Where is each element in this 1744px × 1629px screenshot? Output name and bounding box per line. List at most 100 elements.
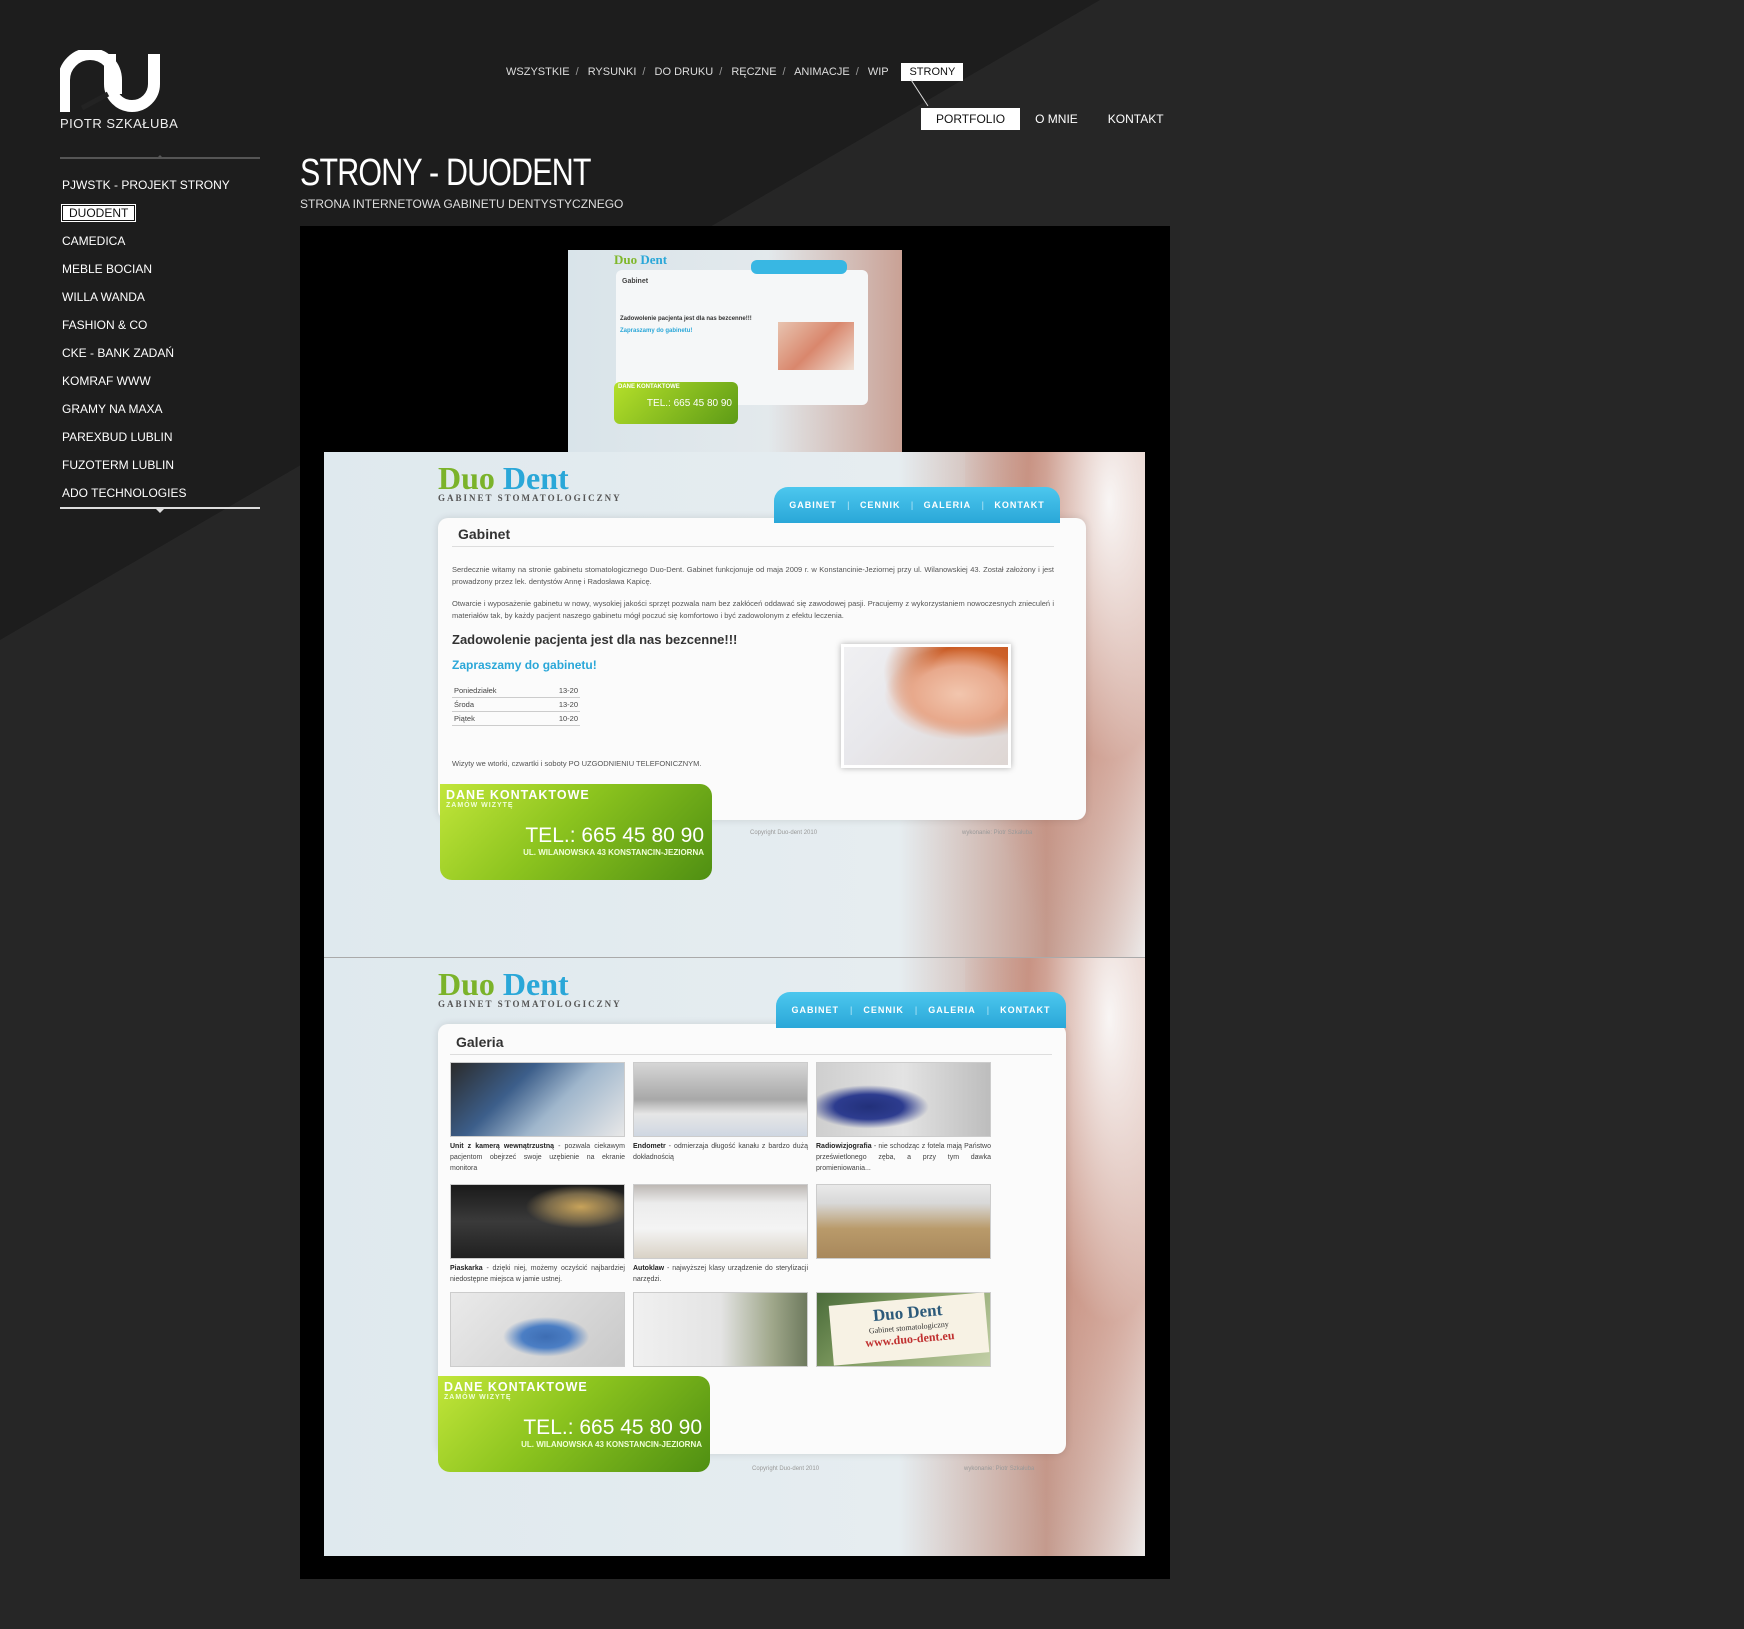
filter-separator: / bbox=[855, 66, 859, 78]
filter-rysunki[interactable]: RYSUNKI bbox=[588, 66, 637, 78]
site-nav-galeria[interactable]: GALERIA bbox=[924, 500, 972, 510]
gallery-caption: Radiowizjografia - nie schodząc z fotela… bbox=[816, 1143, 991, 1172]
thumb-logo: Duo Dent bbox=[614, 252, 668, 267]
sidebar-top-divider bbox=[60, 155, 260, 159]
contact-box[interactable]: DANE KONTAKTOWE ZAMÓW WIZYTĘ TEL.: 665 4… bbox=[440, 784, 712, 880]
gallery-item[interactable]: Radiowizjografia - nie schodząc z fotela… bbox=[816, 1062, 991, 1174]
preview-page-gabinet: Duo Dent GABINET STOMATOLOGICZNY GABINET… bbox=[324, 452, 1145, 957]
nav-about[interactable]: O MNIE bbox=[1020, 108, 1093, 130]
gallery-caption: Endometr - odmierzaja długość kanału z b… bbox=[633, 1143, 808, 1161]
gallery-caption: Unit z kamerą wewnątrzustną - pozwala ci… bbox=[450, 1143, 625, 1172]
gallery-image bbox=[633, 1062, 808, 1137]
filter-separator: / bbox=[782, 66, 786, 78]
contact-phone: TEL.: 665 45 80 90 bbox=[523, 1416, 702, 1439]
gallery-image bbox=[450, 1184, 625, 1259]
project-item[interactable]: CKE - BANK ZADAŃ bbox=[60, 343, 260, 371]
brand-subtitle: GABINET STOMATOLOGICZNY bbox=[438, 493, 622, 503]
filter-separator: / bbox=[719, 66, 723, 78]
hours-row: Poniedziałek 13-20 bbox=[452, 684, 580, 698]
section-heading: Gabinet bbox=[458, 526, 511, 542]
project-item[interactable]: PAREXBUD LUBLIN bbox=[60, 427, 260, 455]
contact-sub: ZAMÓW WIZYTĘ bbox=[444, 1394, 512, 1401]
gallery-item[interactable]: Duo Dent Gabinet stomatologiczny www.duo… bbox=[816, 1292, 991, 1367]
project-item[interactable]: MEBLE BOCIAN bbox=[60, 259, 260, 287]
project-label: KOMRAF WWW bbox=[62, 374, 151, 388]
contact-title: DANE KONTAKTOWE bbox=[446, 788, 590, 802]
site-nav-kontakt[interactable]: KONTAKT bbox=[1000, 1005, 1050, 1015]
gallery-image bbox=[633, 1184, 808, 1259]
project-item[interactable]: FASHION & CO bbox=[60, 315, 260, 343]
filter-wip[interactable]: WIP bbox=[868, 66, 889, 78]
thumb-contact-title: DANE KONTAKTOWE bbox=[618, 384, 680, 390]
filter-wszystkie[interactable]: WSZYSTKIE bbox=[506, 66, 570, 78]
nav-contact[interactable]: KONTAKT bbox=[1093, 108, 1179, 130]
gallery-image: Duo Dent Gabinet stomatologiczny www.duo… bbox=[816, 1292, 991, 1367]
filter-reczne[interactable]: RĘCZNE bbox=[731, 66, 776, 78]
site-nav-gabinet[interactable]: GABINET bbox=[792, 1005, 840, 1015]
project-label: DUODENT bbox=[60, 204, 137, 222]
contact-title: DANE KONTAKTOWE bbox=[444, 1380, 588, 1394]
project-item[interactable]: PJWSTK - PROJEKT STRONY bbox=[60, 175, 260, 203]
section-heading: Galeria bbox=[456, 1034, 504, 1050]
project-label: WILLA WANDA bbox=[62, 290, 145, 304]
project-item[interactable]: WILLA WANDA bbox=[60, 287, 260, 315]
gallery-item[interactable]: Autoklaw - najwyższej klasy urządzenie d… bbox=[633, 1184, 808, 1285]
thumb-heading: Gabinet bbox=[622, 278, 649, 285]
project-item-active[interactable]: DUODENT bbox=[60, 203, 260, 231]
site-nav-cennik[interactable]: CENNIK bbox=[863, 1005, 904, 1015]
page-title: STRONY - DUODENT bbox=[300, 152, 591, 194]
thumb-tel: TEL.: 665 45 80 90 bbox=[646, 398, 732, 409]
site-nav: GABINET | CENNIK | GALERIA | KONTAKT bbox=[774, 487, 1060, 523]
gallery-item[interactable] bbox=[633, 1292, 808, 1367]
gallery-caption: Autoklaw - najwyższej klasy urządzenie d… bbox=[633, 1265, 808, 1283]
site-nav-gabinet[interactable]: GABINET bbox=[789, 500, 837, 510]
filter-do-druku[interactable]: DO DRUKU bbox=[655, 66, 714, 78]
author-credit: wykonanie: Piotr Szkałuba bbox=[964, 1466, 1035, 1472]
category-filter: WSZYSTKIE / RYSUNKI / DO DRUKU / RĘCZNE / AN… bbox=[506, 63, 964, 81]
invite-heading: Zapraszamy do gabinetu! bbox=[452, 658, 597, 672]
sign-board: Duo Dent Gabinet stomatologiczny www.duo… bbox=[828, 1292, 990, 1366]
intro-paragraph: Serdecznie witamy na stronie gabinetu st… bbox=[452, 565, 1054, 586]
page-subtitle: STRONA INTERNETOWA GABINETU DENTYSTYCZNE… bbox=[300, 197, 624, 211]
nav-portfolio[interactable]: PORTFOLIO bbox=[921, 108, 1021, 130]
project-label: FASHION & CO bbox=[62, 318, 148, 332]
project-label: MEBLE BOCIAN bbox=[62, 262, 153, 276]
brand-subtitle: GABINET STOMATOLOGICZNY bbox=[438, 999, 622, 1009]
preview-thumbnail[interactable]: Duo Dent Gabinet Zadowolenie pacjenta je… bbox=[568, 250, 902, 452]
gallery-item[interactable] bbox=[816, 1184, 991, 1263]
heading-rule bbox=[450, 1054, 1052, 1055]
project-item[interactable]: FUZOTERM LUBLIN bbox=[60, 455, 260, 483]
heading-rule bbox=[452, 546, 1054, 547]
site-nav-kontakt[interactable]: KONTAKT bbox=[994, 500, 1044, 510]
project-label: FUZOTERM LUBLIN bbox=[62, 458, 175, 472]
contact-box[interactable]: DANE KONTAKTOWE ZAMÓW WIZYTĘ TEL.: 665 4… bbox=[438, 1376, 710, 1472]
brand-duo: Duo bbox=[438, 966, 495, 1002]
project-item[interactable]: KOMRAF WWW bbox=[60, 371, 260, 399]
copyright: Copyright Duo-dent 2010 bbox=[750, 830, 818, 836]
project-label: PJWSTK - PROJEKT STRONY bbox=[62, 178, 230, 192]
gallery-caption: Piaskarka - dzięki niej, możemy oczyścić… bbox=[450, 1265, 625, 1283]
site-nav-cennik[interactable]: CENNIK bbox=[860, 500, 901, 510]
thumb-contact: DANE KONTAKTOWE TEL.: 665 45 80 90 bbox=[614, 382, 738, 424]
thumb-line: Zadowolenie pacjenta jest dla nas bezcen… bbox=[620, 316, 752, 322]
filter-animacje[interactable]: ANIMACJE bbox=[794, 66, 850, 78]
site-logo[interactable]: PIOTR SZKAŁUBA bbox=[60, 50, 178, 131]
brand-dent: Dent bbox=[502, 460, 569, 496]
thumb-invite: Zapraszamy do gabinetu! bbox=[620, 328, 693, 334]
project-label: CKE - BANK ZADAŃ bbox=[62, 346, 175, 360]
gallery-item[interactable]: Unit z kamerą wewnątrzustną - pozwala ci… bbox=[450, 1062, 625, 1174]
site-nav: GABINET | CENNIK | GALERIA | KONTAKT bbox=[776, 992, 1066, 1028]
gallery-item[interactable] bbox=[450, 1292, 625, 1367]
gallery-item[interactable]: Piaskarka - dzięki niej, możemy oczyścić… bbox=[450, 1184, 625, 1285]
site-nav-galeria[interactable]: GALERIA bbox=[928, 1005, 976, 1015]
brand-dent: Dent bbox=[502, 966, 569, 1002]
brand-duo: Duo bbox=[438, 460, 495, 496]
project-item[interactable]: CAMEDICA bbox=[60, 231, 260, 259]
project-label: ADO TECHNOLOGIES bbox=[62, 486, 187, 500]
equipment-paragraph: Otwarcie i wyposażenie gabinetu w nowy, … bbox=[452, 599, 1054, 620]
gallery-image bbox=[450, 1292, 625, 1367]
project-item[interactable]: GRAMY NA MAXA bbox=[60, 399, 260, 427]
contact-phone: TEL.: 665 45 80 90 bbox=[525, 824, 704, 847]
hours-row: Piątek 10-20 bbox=[452, 712, 580, 726]
gallery-item[interactable]: Endometr - odmierzaja długość kanału z b… bbox=[633, 1062, 808, 1163]
